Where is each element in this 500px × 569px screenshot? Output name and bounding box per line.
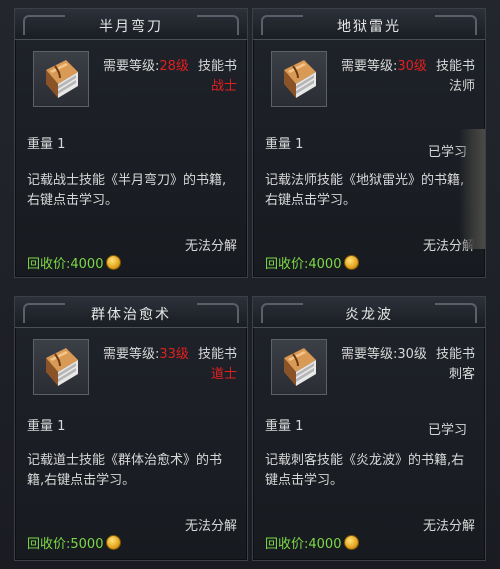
gold-coin-icon [344, 535, 360, 550]
card-title: 炎龙波 [345, 307, 393, 323]
item-weight: 重量 1 [27, 419, 66, 434]
no-disassemble-label: 无法分解 [422, 519, 475, 534]
item-icon-slot[interactable] [271, 339, 327, 395]
required-level-value: 30级 [397, 59, 427, 74]
item-class: 道士 [210, 367, 237, 382]
item-tooltip-grid: 半月弯刀 需要等级:28级 技能书 战士 重量 1 记载战士技能《半月弯刀》的书… [0, 0, 500, 569]
required-level-label: 需要等级: [103, 347, 160, 362]
item-class: 刺客 [448, 367, 475, 382]
card-title-bar: 炎龙波 [253, 297, 485, 328]
no-disassemble-label: 无法分解 [184, 239, 237, 254]
required-level-label: 需要等级: [341, 347, 398, 362]
required-level: 需要等级:30级 [341, 55, 427, 74]
item-class: 法师 [448, 79, 475, 94]
gold-coin-icon [344, 255, 360, 270]
item-description: 记载战士技能《半月弯刀》的书籍,右键点击学习。 [27, 173, 227, 208]
skill-book-icon [46, 348, 78, 386]
required-level-label: 需要等级: [341, 59, 398, 74]
recycle-price-text: 回收价:4000 [265, 257, 342, 272]
no-disassemble-label: 无法分解 [422, 239, 475, 254]
card-title: 群体治愈术 [91, 307, 171, 323]
item-type: 技能书 [435, 59, 475, 74]
card-title-bar: 地狱雷光 [253, 9, 485, 40]
required-level: 需要等级:30级 [341, 343, 427, 362]
card-title-bar: 群体治愈术 [15, 297, 247, 328]
card-title-bar: 半月弯刀 [15, 9, 247, 40]
recycle-price-text: 回收价:4000 [265, 537, 342, 552]
item-class: 战士 [210, 79, 237, 94]
item-weight: 重量 1 [265, 137, 304, 152]
skill-book-icon [284, 348, 316, 386]
recycle-price: 回收价:4000 [265, 533, 360, 552]
recycle-price-text: 回收价:5000 [27, 537, 104, 552]
recycle-price: 回收价:4000 [265, 253, 360, 272]
item-type: 技能书 [197, 347, 237, 362]
gold-coin-icon [106, 535, 122, 550]
item-description: 记载法师技能《地狱雷光》的书籍,右键点击学习。 [265, 173, 465, 208]
item-weight: 重量 1 [265, 419, 304, 434]
no-disassemble-label: 无法分解 [184, 519, 237, 534]
card-title: 半月弯刀 [99, 19, 163, 35]
gold-coin-icon [106, 255, 122, 270]
recycle-price-text: 回收价:4000 [27, 257, 104, 272]
skill-book-icon [46, 60, 78, 98]
item-card-group-heal: 群体治愈术 需要等级:33级 技能书 道士 重量 1 记载道士技能《群体治愈术》… [14, 296, 248, 561]
required-level-value: 30级 [397, 347, 427, 362]
item-weight: 重量 1 [27, 137, 66, 152]
learned-status: 已学习 [427, 423, 467, 438]
item-icon-slot[interactable] [33, 51, 89, 107]
required-level-value: 33级 [159, 347, 189, 362]
skill-book-icon [284, 60, 316, 98]
recycle-price: 回收价:5000 [27, 533, 122, 552]
item-type: 技能书 [197, 59, 237, 74]
item-card-half-moon-blade: 半月弯刀 需要等级:28级 技能书 战士 重量 1 记载战士技能《半月弯刀》的书… [14, 8, 248, 278]
item-card-flame-dragon-wave: 炎龙波 需要等级:30级 技能书 刺客 重量 1 已学习 记载刺客技能《炎龙波》… [252, 296, 486, 561]
required-level-label: 需要等级: [103, 59, 160, 74]
required-level-value: 28级 [159, 59, 189, 74]
learned-status: 已学习 [427, 145, 467, 160]
item-description: 记载道士技能《群体治愈术》的书籍,右键点击学习。 [27, 453, 223, 488]
required-level: 需要等级:33级 [103, 343, 189, 362]
item-icon-slot[interactable] [271, 51, 327, 107]
card-title: 地狱雷光 [337, 19, 401, 35]
item-description: 记载刺客技能《炎龙波》的书籍,右键点击学习。 [265, 453, 465, 488]
item-icon-slot[interactable] [33, 339, 89, 395]
item-type: 技能书 [435, 347, 475, 362]
recycle-price: 回收价:4000 [27, 253, 122, 272]
required-level: 需要等级:28级 [103, 55, 189, 74]
item-card-hell-lightning: 地狱雷光 需要等级:30级 技能书 法师 重量 1 已学习 记载法师技能《地狱雷… [252, 8, 486, 278]
